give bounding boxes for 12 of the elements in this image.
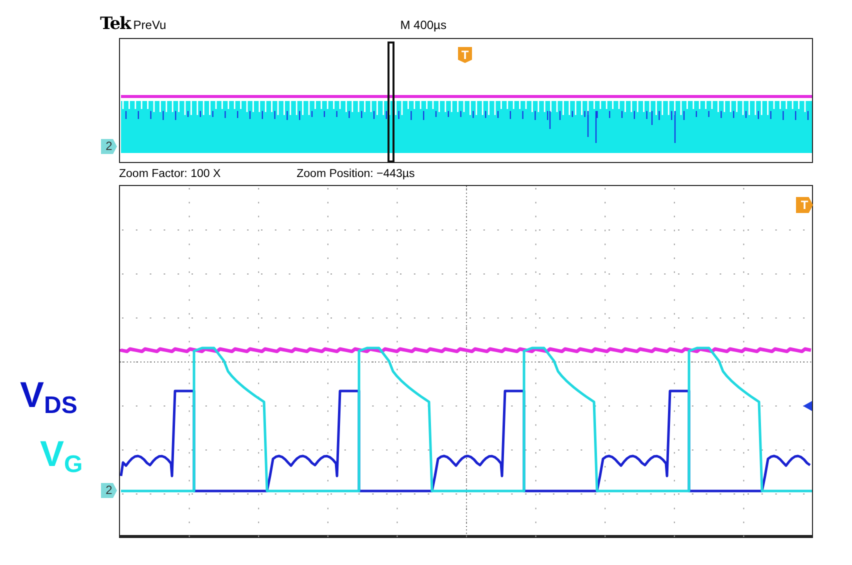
- trace-label: V$_{DS}$: [20, 373, 78, 421]
- channel-marker: 2: [101, 139, 117, 154]
- trace-label: V$_{G}$: [39, 432, 83, 480]
- timebase-readout: M 400µs: [400, 18, 446, 32]
- trigger-marker: T: [458, 47, 472, 63]
- zoom-factor-readout: Zoom Factor: 100 X: [119, 168, 221, 180]
- brand-label: Tek: [100, 14, 130, 34]
- mode-label: PreVu: [133, 18, 166, 32]
- trigger-marker: T: [796, 197, 813, 213]
- zoom-position-readout: Zoom Position: −443µs: [296, 168, 415, 180]
- channel-marker: 2: [101, 483, 117, 498]
- level-arrow-icon: [803, 401, 812, 411]
